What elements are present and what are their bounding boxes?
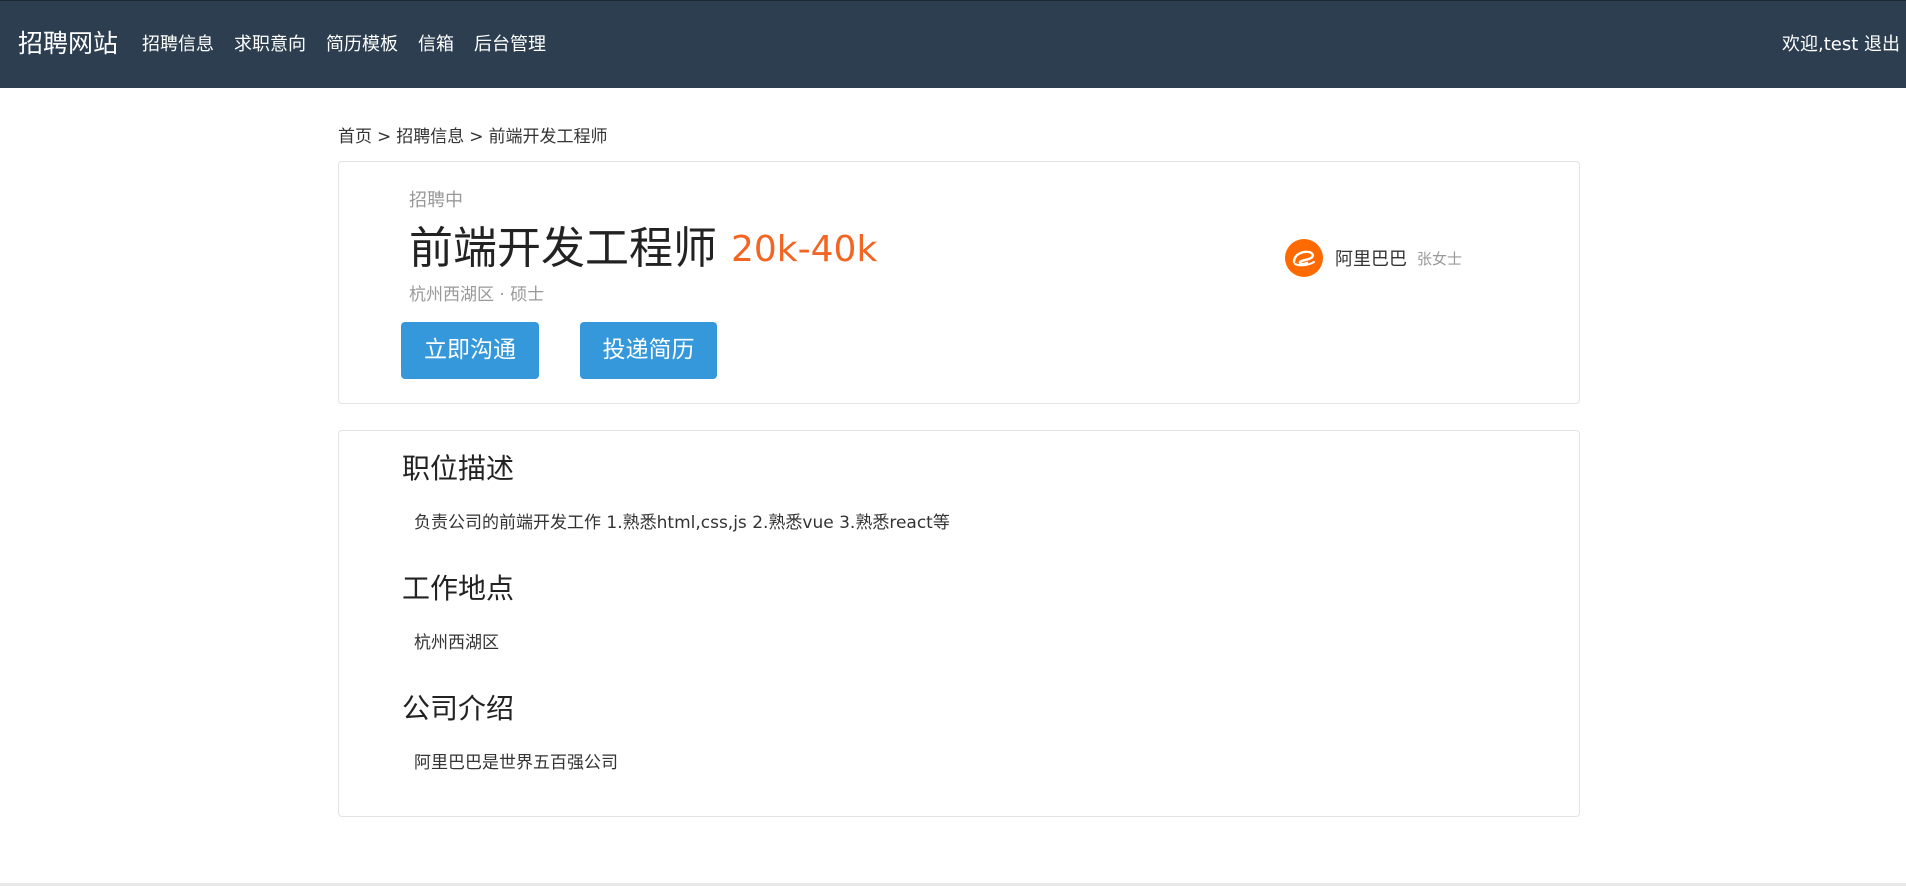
breadcrumb: 首页 > 招聘信息 > 前端开发工程师 (338, 123, 608, 151)
nav-item-job-intention[interactable]: 求职意向 (234, 31, 306, 59)
company-contact: 张女士 (1417, 249, 1463, 268)
nav-item-mailbox[interactable]: 信箱 (418, 31, 454, 59)
user-area: 欢迎,test 退出 (1782, 31, 1900, 59)
breadcrumb-job-info[interactable]: 招聘信息 (396, 127, 464, 147)
top-navbar: 招聘网站 招聘信息 求职意向 简历模板 信箱 后台管理 欢迎,test 退出 (0, 0, 1906, 88)
breadcrumb-separator: > (377, 127, 392, 147)
job-summary-card: 招聘中 前端开发工程师 20k-40k 杭州西湖区 · 硕士 立即沟通 投递简历 … (338, 161, 1580, 404)
job-salary: 20k-40k (731, 229, 878, 270)
logout-link[interactable]: 退出 (1864, 34, 1900, 55)
nav-item-admin[interactable]: 后台管理 (474, 31, 546, 59)
site-brand[interactable]: 招聘网站 (18, 27, 118, 61)
section-body-location: 杭州西湖区 (414, 633, 499, 653)
section-body-description: 负责公司的前端开发工作 1.熟悉html,css,js 2.熟悉vue 3.熟悉… (414, 513, 950, 533)
meta-separator: · (499, 285, 505, 305)
breadcrumb-home[interactable]: 首页 (338, 127, 372, 147)
submit-resume-button[interactable]: 投递简历 (580, 322, 717, 379)
nav-item-job-info[interactable]: 招聘信息 (142, 31, 214, 59)
job-title: 前端开发工程师 (409, 223, 717, 274)
nav-menu: 招聘信息 求职意向 简历模板 信箱 后台管理 (142, 31, 566, 59)
job-education: 硕士 (510, 285, 545, 305)
section-body-company: 阿里巴巴是世界五百强公司 (414, 753, 618, 773)
job-detail-card: 职位描述 负责公司的前端开发工作 1.熟悉html,css,js 2.熟悉vue… (338, 430, 1580, 817)
breadcrumb-current: 前端开发工程师 (488, 127, 608, 147)
job-title-row: 前端开发工程师 20k-40k (409, 220, 877, 279)
welcome-text: 欢迎,test (1781, 34, 1859, 55)
chat-now-button[interactable]: 立即沟通 (401, 322, 539, 379)
company-name[interactable]: 阿里巴巴 (1335, 245, 1407, 271)
breadcrumb-separator: > (469, 127, 484, 147)
job-meta: 杭州西湖区 · 硕士 (409, 282, 544, 308)
job-location: 杭州西湖区 (409, 285, 494, 305)
company-info[interactable]: 阿里巴巴 张女士 (1285, 239, 1462, 277)
section-title-company: 公司介绍 (402, 692, 515, 725)
alibaba-logo-icon (1285, 239, 1323, 277)
nav-item-resume-templates[interactable]: 简历模板 (326, 31, 398, 59)
section-title-description: 职位描述 (402, 452, 515, 485)
section-title-location: 工作地点 (402, 572, 515, 605)
job-status: 招聘中 (409, 190, 463, 211)
